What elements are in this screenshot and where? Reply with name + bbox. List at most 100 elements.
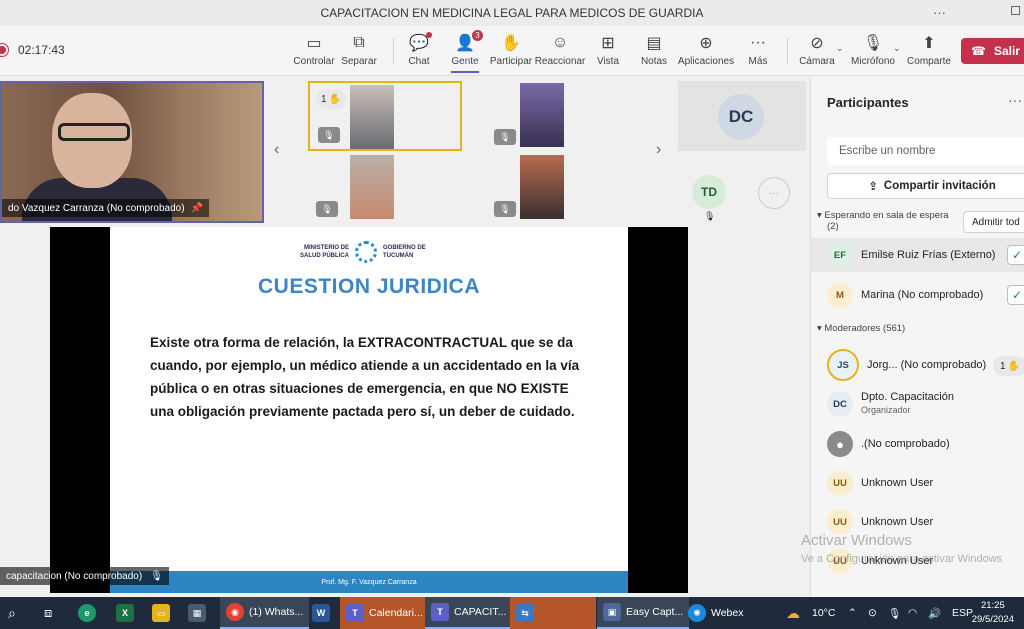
camera-label: Cámara: [799, 56, 835, 67]
teams-icon: T: [431, 603, 449, 621]
share-button[interactable]: ⬆ Comparte: [901, 32, 957, 67]
mic-options-chevron-icon[interactable]: ⌄: [893, 43, 901, 54]
task-view-icon[interactable]: ⧈: [44, 597, 52, 629]
leave-button[interactable]: ☎ Salir: [961, 38, 1024, 64]
view-label: Vista: [596, 56, 620, 67]
avatar: DC: [718, 94, 764, 140]
taskbar-app-teams-meeting[interactable]: T CAPACIT...: [425, 597, 513, 629]
pop-out-button[interactable]: ⧉ Separar: [331, 32, 387, 67]
logo-ministry-line1: MINISTERIO DE: [303, 245, 349, 251]
slide-logo: MINISTERIO DE SALUD PÚBLICA GOBIERNO DE …: [300, 241, 426, 263]
mic-off-icon: 🎙: [494, 129, 516, 145]
participants-panel: Participantes ··· Escribe un nombre ⇪ Co…: [810, 77, 1024, 597]
taskbar-app-teams-share[interactable]: ⇆: [510, 597, 596, 629]
notes-button[interactable]: ▤ Notas: [626, 32, 682, 67]
tray-overflow-icon[interactable]: ⌃: [848, 597, 857, 629]
teams-icon: T: [346, 604, 364, 622]
speaker-name: do Vazquez Carranza (No comprobado): [8, 202, 185, 214]
volume-icon[interactable]: 🔊: [928, 597, 941, 629]
admit-checkmark-icon[interactable]: ✓: [1007, 245, 1024, 265]
window-more-icon[interactable]: ···: [933, 5, 946, 20]
taskbar-app-webex[interactable]: ✺ Webex: [682, 597, 750, 629]
video-tile[interactable]: 🎙: [486, 81, 640, 151]
notes-icon: ▤: [646, 35, 662, 52]
moderators-section-label: Moderadores (561): [824, 323, 906, 334]
mic-off-icon: 🎙: [704, 211, 716, 221]
clock-date: 29/5/2024: [971, 614, 1014, 625]
mic-off-icon: 🎙: [316, 201, 338, 217]
taskbar-app-calendar[interactable]: T Calendari...: [340, 597, 429, 629]
window-title: CAPACITACION EN MEDICINA LEGAL PARA MEDI…: [320, 6, 704, 20]
file-explorer-icon[interactable]: ▭: [152, 597, 170, 629]
participant-tile-dc[interactable]: DC: [678, 81, 806, 151]
more-icon: ···: [750, 34, 766, 51]
avatar: M: [827, 282, 853, 308]
edge-icon[interactable]: e: [78, 597, 96, 629]
wifi-icon[interactable]: ◠: [908, 597, 917, 629]
meeting-timer: 02:17:43: [18, 43, 65, 57]
raise-hand-icon: ✋: [1007, 360, 1020, 372]
mic-off-icon: 🎙: [862, 35, 884, 52]
side-participant-tiles: DC TD 🎙 ···: [678, 81, 806, 223]
chevron-right-icon[interactable]: ›: [656, 141, 661, 159]
video-tile[interactable]: 🎙: [308, 153, 462, 223]
share-invite-button[interactable]: ⇪ Compartir invitación: [827, 173, 1024, 199]
apps-button[interactable]: ⊕ Aplicaciones: [678, 32, 734, 67]
participant-name: Unknown User: [861, 477, 934, 489]
avatar: EF: [827, 242, 853, 268]
pin-icon: 📌: [190, 202, 204, 214]
admit-all-button[interactable]: Admitir tod: [963, 211, 1024, 233]
avatar: JS: [827, 349, 859, 381]
notes-label: Notas: [640, 56, 668, 67]
video-tile[interactable]: 1 ✋ 🎙: [308, 81, 462, 151]
admit-checkmark-icon[interactable]: ✓: [1007, 285, 1024, 305]
more-label: Más: [748, 56, 768, 67]
weather-icon[interactable]: ☁: [786, 597, 800, 629]
teams-share-icon: ⇆: [516, 604, 534, 622]
waiting-participant[interactable]: M Marina (No comprobado) ✓: [827, 280, 1024, 310]
taskbar-clock[interactable]: 21:25 29/5/2024: [972, 599, 1014, 627]
mic-off-icon: 🎙: [494, 201, 516, 217]
chevron-left-icon[interactable]: ‹: [274, 141, 279, 159]
waiting-section-header[interactable]: ▾ Esperando en sala de espera (2): [817, 210, 949, 232]
webex-icon: ✺: [688, 604, 706, 622]
windows-taskbar: ⌕ ⧈ e X ▭ ▦ ◉ (1) Whats... W T Calendari…: [0, 597, 1024, 629]
raise-hand-label: Participar: [489, 56, 533, 67]
search-icon[interactable]: ⌕: [8, 597, 16, 629]
chrome-icon: ◉: [226, 603, 244, 621]
moderators-section-header[interactable]: ▾ Moderadores (561): [817, 323, 905, 334]
avatar[interactable]: TD: [692, 175, 726, 209]
raise-hand-button[interactable]: ✋ Participar: [483, 32, 539, 67]
active-speaker-video[interactable]: do Vazquez Carranza (No comprobado) 📌: [0, 81, 264, 223]
clock-time: 21:25: [980, 600, 1005, 611]
participant-name: Marina (No comprobado): [861, 289, 984, 301]
raised-hand-badge: 1 ✋: [993, 356, 1024, 376]
taskbar-app-word[interactable]: W: [306, 597, 336, 629]
restore-window-icon[interactable]: [1011, 6, 1020, 15]
taskbar-app-whatsapp[interactable]: ◉ (1) Whats...: [220, 597, 310, 629]
participant-role: Organizador: [861, 405, 911, 415]
chat-label: Chat: [408, 56, 430, 67]
network-icon[interactable]: ⊙: [868, 597, 877, 629]
microphone-tray-icon[interactable]: 🎙: [888, 597, 901, 629]
moderator-participant[interactable]: DC Dpto. Capacitación Organizador: [827, 389, 1024, 419]
moderator-participant[interactable]: JS Jorg... (No comprobado) 1 ✋: [827, 349, 1024, 381]
moderator-participant[interactable]: UU Unknown User: [827, 468, 1024, 498]
activate-windows-hint: Ve a Configuración para activar Windows: [801, 553, 1003, 565]
overflow-participants[interactable]: ···: [758, 177, 790, 209]
participant-name: Jorg... (No comprobado): [867, 359, 987, 371]
excel-icon[interactable]: X: [116, 597, 134, 629]
panel-more-icon[interactable]: ···: [1008, 92, 1022, 108]
taskbar-app-easy-capture[interactable]: ▣ Easy Capt...: [597, 597, 690, 629]
mic-off-icon: 🎙: [318, 127, 340, 143]
video-tile[interactable]: 🎙: [486, 153, 640, 223]
presenter-name: capacitacion (No comprobado): [6, 570, 143, 582]
calculator-icon[interactable]: ▦: [188, 597, 206, 629]
more-button[interactable]: ··· Más: [730, 32, 786, 67]
camera-options-chevron-icon[interactable]: ⌄: [836, 43, 844, 54]
chat-icon: 💬: [409, 32, 432, 54]
moderator-participant[interactable]: ● .(No comprobado): [827, 429, 1024, 459]
waiting-participant[interactable]: EF Emilse Ruiz Frías (Externo) ✓: [827, 240, 1024, 270]
participant-search-input[interactable]: Escribe un nombre: [827, 137, 1024, 165]
language-indicator[interactable]: ESP: [952, 597, 973, 629]
